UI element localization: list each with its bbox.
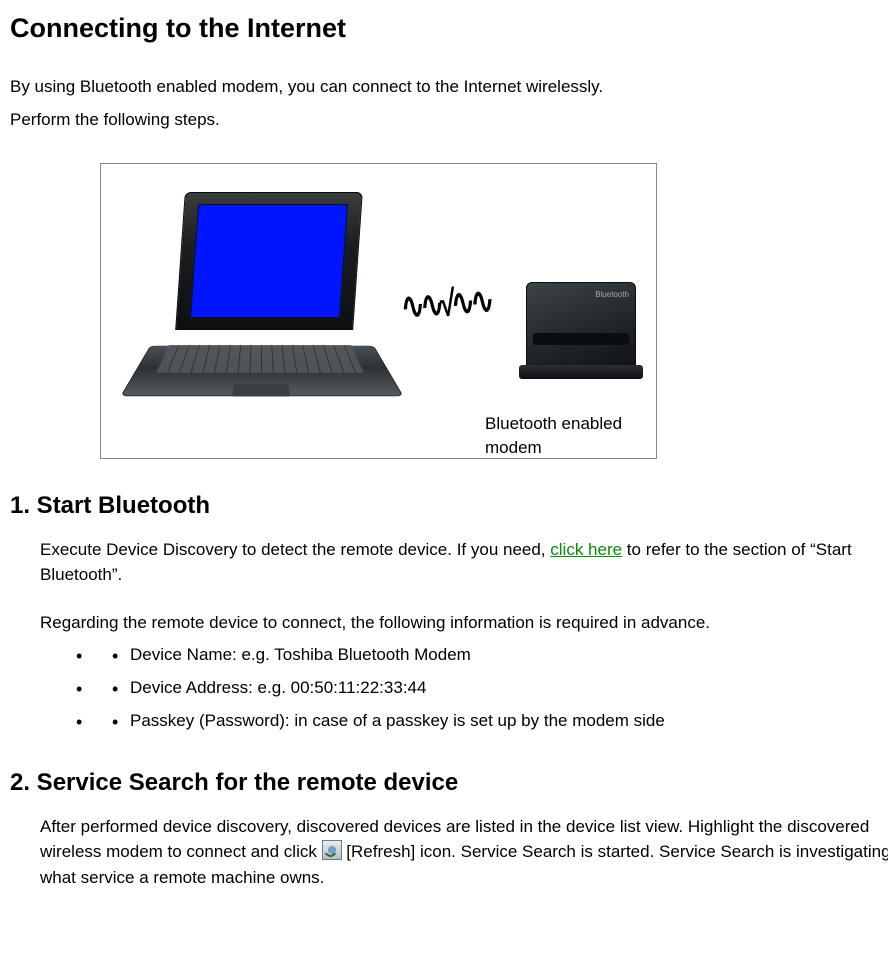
bluetooth-modem: Bluetooth (526, 282, 636, 374)
refresh-icon (322, 840, 342, 860)
step-1-bullet-list: Device Name: e.g. Toshiba Bluetooth Mode… (40, 641, 888, 736)
step-2-heading: 2. Service Search for the remote device (10, 766, 888, 800)
laptop-keyboard (156, 345, 363, 373)
list-item: Device Name: e.g. Toshiba Bluetooth Mode… (76, 641, 888, 670)
step-1-paragraph-2: Regarding the remote device to connect, … (40, 610, 888, 636)
wireless-signal-icon: ∿∿√∿∿ (399, 275, 492, 332)
figure-caption: Bluetooth enabled modem (485, 412, 656, 459)
intro-text-2: Perform the following steps. (10, 106, 888, 133)
laptop-screen (190, 204, 348, 318)
step-1-p1-before: Execute Device Discovery to detect the r… (40, 540, 550, 559)
intro-text-1: By using Bluetooth enabled modem, you ca… (10, 73, 888, 100)
click-here-link[interactable]: click here (550, 540, 622, 559)
list-item: Passkey (Password): in case of a passkey… (76, 707, 888, 736)
page-title: Connecting to the Internet (10, 10, 888, 48)
step-1-paragraph-1: Execute Device Discovery to detect the r… (40, 537, 888, 588)
laptop-trackpad (232, 384, 290, 397)
step-1-heading: 1. Start Bluetooth (10, 489, 888, 523)
list-item: Device Address: e.g. 00:50:11:22:33:44 (76, 674, 888, 703)
figure-laptop-modem: ∿∿√∿∿ Bluetooth Bluetooth enabled modem (100, 163, 657, 459)
modem-brand-label: Bluetooth (595, 289, 629, 300)
step-2-paragraph: After performed device discovery, discov… (40, 814, 888, 891)
